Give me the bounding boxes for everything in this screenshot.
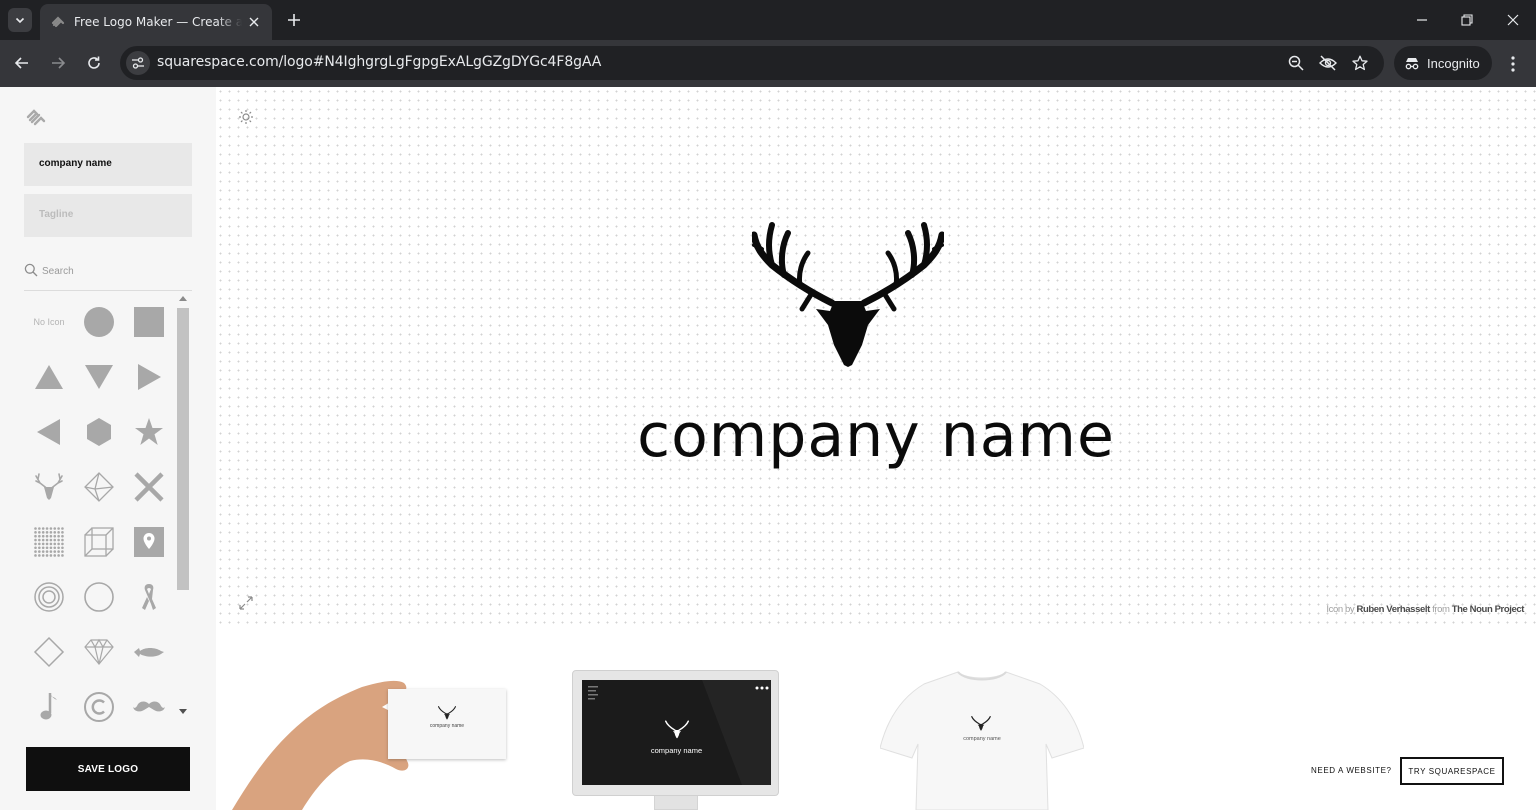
logo-canvas: company name Icon by Ruben Verhasselt fr… [216,87,1536,627]
close-tab-icon[interactable] [246,14,262,30]
triangle-up-icon[interactable] [24,352,74,402]
close-icon [1507,14,1519,26]
copyright-icon[interactable] [74,682,124,725]
reload-button[interactable] [82,51,106,75]
arrow-left-icon [14,57,28,69]
browser-tab-bar: Free Logo Maker — Create a Logo [0,0,1536,40]
x-icon[interactable] [124,462,172,512]
tshirt-print: company name [880,670,1084,810]
close-window-button[interactable] [1501,8,1525,32]
map-pin-icon[interactable] [124,517,172,567]
triangle-down-icon[interactable] [74,352,124,402]
stag-icon[interactable] [24,462,74,512]
tracking-protection-button[interactable] [1318,53,1338,73]
credit-prefix: Icon by [1326,604,1355,615]
diamond-outline-icon[interactable] [24,627,74,677]
music-note-icon[interactable] [24,682,74,725]
stag-icon [665,720,689,739]
minimize-button[interactable] [1410,8,1434,32]
star-outline-icon [1352,55,1368,71]
restore-button[interactable] [1455,8,1479,32]
try-squarespace-button[interactable]: TRY SQUARESPACE [1400,757,1504,785]
circle-outline-icon[interactable] [74,572,124,622]
stag-icon[interactable] [752,215,944,371]
expand-icon[interactable] [238,595,254,611]
browser-menu-button[interactable] [1505,52,1521,76]
back-button[interactable] [10,51,34,75]
tagline-input[interactable]: Tagline [24,194,192,237]
cube-icon[interactable] [74,517,124,567]
scrollbar-thumb[interactable] [177,308,189,590]
mustache-icon[interactable] [124,682,172,725]
browser-toolbar: squarespace.com/logo#N4IghgrgLgFgpgExALg… [0,40,1536,87]
tune-icon [132,57,144,69]
circle-icon[interactable] [74,297,124,347]
bookmark-button[interactable] [1350,53,1370,73]
search-placeholder: Search [42,266,74,277]
minimize-icon [1417,19,1427,21]
logo-company-name[interactable]: company name [216,397,1536,475]
address-bar[interactable]: squarespace.com/logo#N4IghgrgLgFgpgExALg… [120,46,1384,80]
no-icon-option[interactable]: No Icon [24,297,74,347]
squarespace-favicon-icon [50,14,66,30]
new-tab-button[interactable] [284,10,304,30]
need-website-text: NEED A WEBSITE? [1311,766,1392,775]
zoom-button[interactable] [1286,53,1306,73]
scroll-down-arrow-icon[interactable] [179,709,187,714]
arrow-right-icon [52,57,66,69]
reload-icon [88,56,100,69]
credit-source-link[interactable]: The Noun Project [1452,604,1525,615]
tab-title: Free Logo Maker — Create a Logo [74,15,242,29]
active-tab[interactable]: Free Logo Maker — Create a Logo [40,4,272,40]
squarespace-logo-icon[interactable] [25,107,49,127]
hexagon-icon[interactable] [74,407,124,457]
logo-maker-page: company name Tagline Search No Icon SAVE… [0,87,1536,810]
triangle-right-icon[interactable] [124,352,172,402]
stag-icon [438,706,456,720]
search-icon [24,263,38,277]
ribbon-icon[interactable] [124,572,172,622]
scroll-up-arrow-icon[interactable] [179,296,187,301]
diamond-3d-icon[interactable] [74,462,124,512]
icon-search-field[interactable]: Search [24,263,192,291]
business-card-mockup: company name [388,689,506,759]
triangle-left-icon[interactable] [24,407,74,457]
star-icon[interactable] [124,407,172,457]
monitor-screen: company name [582,680,771,785]
no-icon-label: No Icon [33,317,65,327]
tab-search-button[interactable] [8,8,32,32]
stag-icon [971,716,991,731]
more-vert-icon [1511,56,1515,72]
incognito-indicator[interactable]: Incognito [1394,46,1492,80]
icon-credit: Icon by Ruben Verhasselt from The Noun P… [1326,604,1524,615]
editor-sidebar: company name Tagline Search No Icon SAVE… [0,87,216,810]
credit-middle: from [1432,604,1450,615]
url-text[interactable]: squarespace.com/logo#N4IghgrgLgFgpgExALg… [157,54,601,70]
monitor-company-name: company name [650,746,703,755]
monitor-stand [654,796,698,810]
zoom-out-icon [1288,55,1304,71]
icon-picker-grid: No Icon [24,297,172,725]
fish-icon[interactable] [124,627,172,677]
gem-icon[interactable] [74,627,124,677]
save-logo-button[interactable]: SAVE LOGO [26,747,190,791]
tshirt-company-name: company name [963,736,1001,742]
icon-grid-scrollbar[interactable] [176,295,190,721]
incognito-label: Incognito [1427,55,1480,71]
card-company-name: company name [429,723,465,729]
incognito-icon [1405,58,1419,70]
eye-off-icon [1319,55,1337,71]
monitor-mockup: company name [572,670,779,796]
plus-icon [288,14,300,26]
chevron-down-icon [15,17,25,24]
gear-icon[interactable] [238,109,254,125]
dot-grid-icon[interactable] [24,517,74,567]
credit-author-link[interactable]: Ruben Verhasselt [1357,604,1431,615]
site-info-button[interactable] [126,51,150,75]
square-icon[interactable] [124,297,172,347]
company-name-input[interactable]: company name [24,143,192,186]
restore-icon [1461,14,1473,26]
forward-button[interactable] [46,51,70,75]
concentric-circles-icon[interactable] [24,572,74,622]
